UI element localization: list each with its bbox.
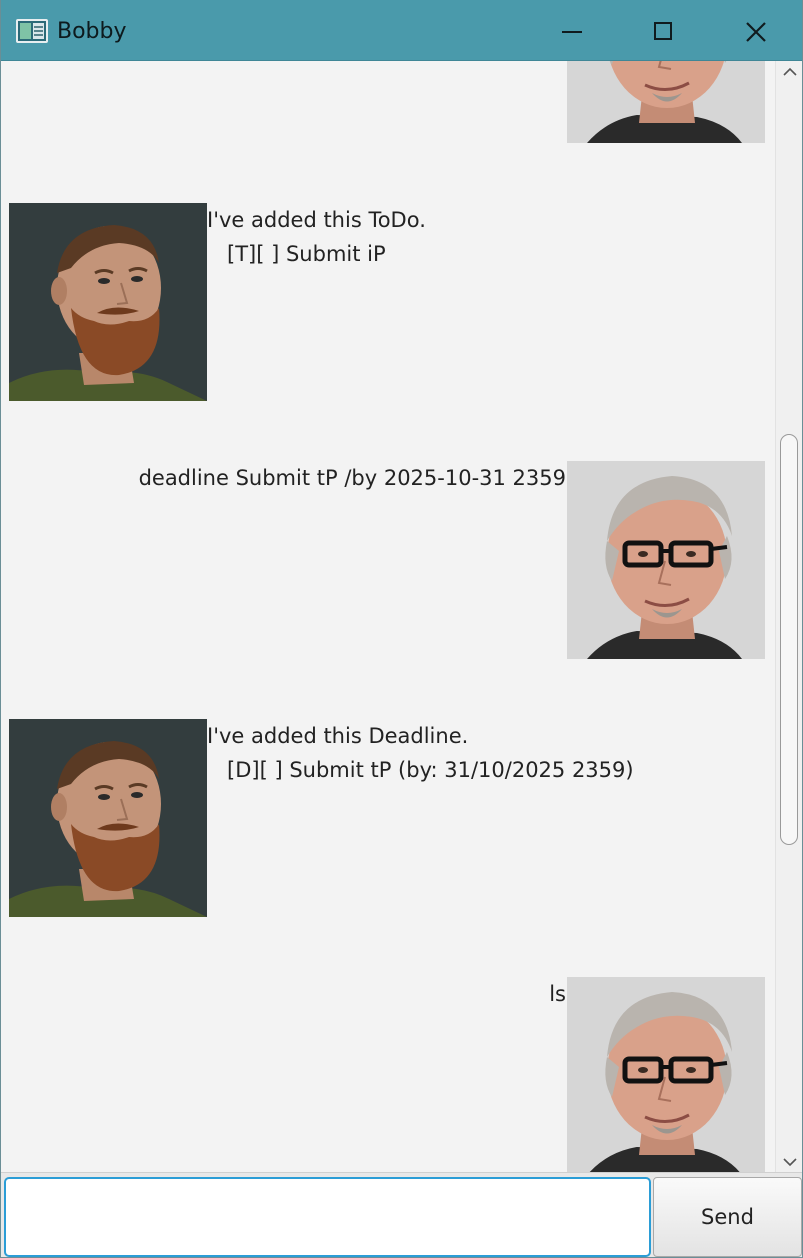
minimize-button[interactable] xyxy=(527,0,619,61)
maximize-button[interactable] xyxy=(618,0,710,61)
user-message-text: deadline Submit tP /by 2025-10-31 2359 xyxy=(138,466,566,490)
dialog-container[interactable]: I've added this ToDo. [T][ ] Submit iP d… xyxy=(2,61,775,1172)
send-button[interactable]: Send xyxy=(653,1177,802,1257)
window-title: Bobby xyxy=(57,19,127,44)
user-avatar xyxy=(567,977,765,1172)
scroll-up-icon[interactable] xyxy=(782,65,798,79)
minimize-icon xyxy=(562,31,582,33)
user-input-field[interactable] xyxy=(4,1177,651,1257)
title-bar[interactable]: Bobby xyxy=(1,0,802,61)
close-icon xyxy=(746,22,766,42)
vertical-scrollbar[interactable] xyxy=(775,61,802,1172)
bot-avatar xyxy=(9,203,207,401)
close-button[interactable] xyxy=(710,0,802,61)
bot-message-text: I've added this ToDo. [T][ ] Submit iP xyxy=(207,208,426,266)
bot-message-text: I've added this Deadline. [D][ ] Submit … xyxy=(207,724,634,782)
window-app-icon xyxy=(16,19,48,43)
user-avatar xyxy=(567,461,765,659)
app-window: Bobby I've added this ToDo. [T][ ] Submi… xyxy=(0,0,803,1258)
scroll-down-icon[interactable] xyxy=(782,1155,798,1169)
input-row: Send xyxy=(1,1172,802,1257)
scrollbar-thumb[interactable] xyxy=(780,434,798,845)
bot-avatar xyxy=(9,719,207,917)
user-message-text: ls xyxy=(549,982,566,1006)
user-avatar xyxy=(567,61,765,143)
maximize-icon xyxy=(654,22,672,40)
